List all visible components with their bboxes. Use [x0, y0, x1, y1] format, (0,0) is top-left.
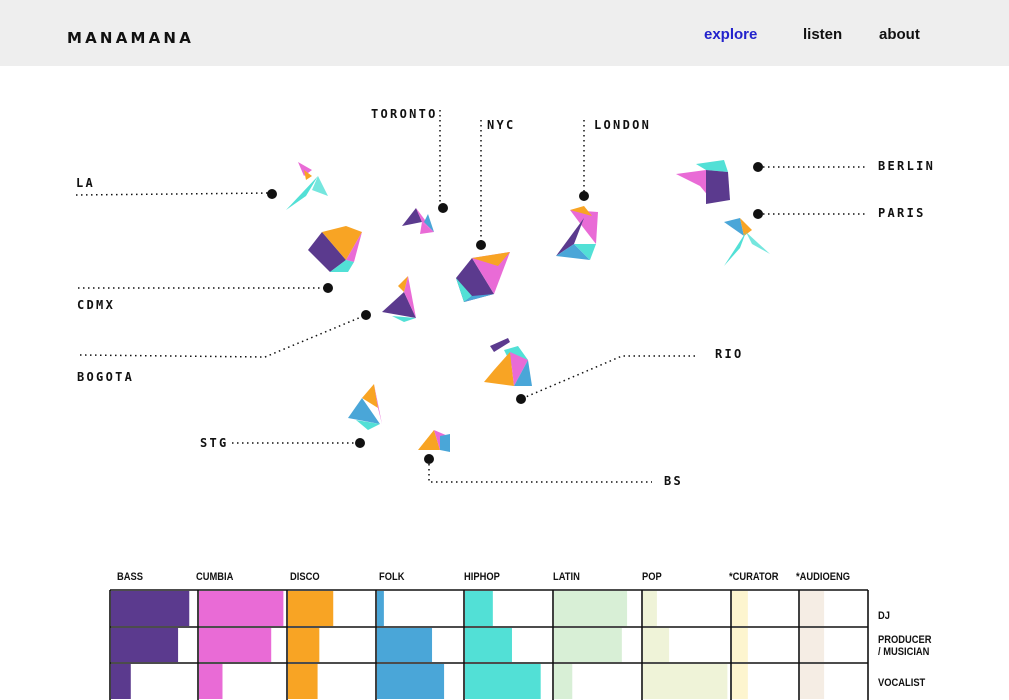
cell-bar-pop-row2[interactable]	[643, 628, 670, 662]
cell-bar-audioeng-row1[interactable]	[800, 591, 825, 626]
cell-bar-bass-row1[interactable]	[111, 591, 190, 626]
cell-bar-disco-row3[interactable]	[288, 664, 318, 699]
cell-bar-curator-row3[interactable]	[732, 664, 748, 699]
cell-bar-folk-row2[interactable]	[377, 628, 433, 662]
cell-bar-bass-row2[interactable]	[111, 628, 179, 662]
cell-bar-audioeng-row3[interactable]	[800, 664, 825, 699]
cell-bar-hiphop-row1[interactable]	[465, 591, 493, 626]
cell-bar-pop-row1[interactable]	[643, 591, 657, 626]
cell-bar-folk-row3[interactable]	[377, 664, 445, 699]
cell-bar-curator-row1[interactable]	[732, 591, 748, 626]
cell-bar-cumbia-row2[interactable]	[199, 628, 272, 662]
cell-bar-latin-row3[interactable]	[554, 664, 573, 699]
cell-bar-hiphop-row2[interactable]	[465, 628, 512, 662]
cell-bar-folk-row1[interactable]	[377, 591, 384, 626]
cell-bar-cumbia-row1[interactable]	[199, 591, 284, 626]
cell-bar-disco-row2[interactable]	[288, 628, 320, 662]
cell-bar-audioeng-row2[interactable]	[800, 628, 825, 662]
cell-bar-disco-row1[interactable]	[288, 591, 334, 626]
cell-bar-cumbia-row3[interactable]	[199, 664, 223, 699]
cell-bar-bass-row3[interactable]	[111, 664, 131, 699]
cell-bar-hiphop-row3[interactable]	[465, 664, 541, 699]
cell-bar-curator-row2[interactable]	[732, 628, 748, 662]
cell-bar-latin-row2[interactable]	[554, 628, 622, 662]
genre-role-grid	[109, 589, 869, 700]
cell-bar-latin-row1[interactable]	[554, 591, 628, 626]
cell-bar-pop-row3[interactable]	[643, 664, 728, 699]
